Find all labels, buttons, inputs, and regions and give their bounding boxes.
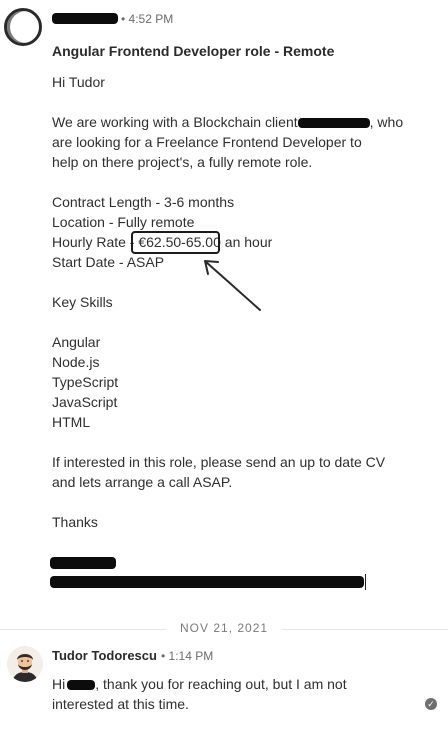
- sender-avatar[interactable]: [4, 8, 42, 46]
- rate-suffix: an hour: [220, 234, 273, 250]
- redacted-sender-name: [52, 13, 118, 24]
- message-timestamp: • 1:14 PM: [161, 649, 213, 663]
- redacted-text: [297, 118, 370, 129]
- sender-name[interactable]: Tudor Todorescu: [52, 648, 157, 663]
- bullet-separator: •: [161, 649, 166, 663]
- skill-item: TypeScript: [52, 374, 119, 390]
- closing-line: and lets arrange a call ASAP.: [52, 474, 233, 490]
- skill-item: HTML: [52, 414, 91, 430]
- redacted-text: [67, 680, 96, 691]
- body-line: help on there project's, a fully remote …: [52, 154, 313, 170]
- reply-line: Hi , thank you for reaching out, but I am…: [52, 676, 347, 692]
- skill-item: Angular: [52, 334, 101, 350]
- start-date: Start Date - ASAP: [52, 254, 165, 270]
- thanks: Thanks: [52, 514, 98, 530]
- skill-item: JavaScript: [52, 394, 118, 410]
- text-cursor: [365, 574, 366, 590]
- reply-line: interested at this time.: [52, 696, 189, 712]
- greeting: Hi Tudor: [52, 74, 105, 90]
- time-label: 1:14 PM: [168, 649, 214, 663]
- redacted-signature-title: [50, 576, 364, 588]
- bullet-separator: •: [121, 12, 126, 26]
- body-line: We are working with a Blockchain client,…: [52, 114, 403, 130]
- rate-prefix: Hourly Rate -: [52, 234, 139, 250]
- contract-length: Contract Length - 3-6 months: [52, 194, 235, 210]
- body-line: are looking for a Freelance Frontend Dev…: [52, 134, 362, 150]
- redacted-signature-name: [50, 557, 116, 569]
- key-skills-heading: Key Skills: [52, 294, 113, 310]
- avatar-illustration: [12, 654, 38, 682]
- skill-item: Node.js: [52, 354, 100, 370]
- message-timestamp: • 4:52 PM: [121, 12, 173, 26]
- reply-text: , thank you for reaching out, but I am n…: [95, 676, 347, 692]
- sender-avatar[interactable]: [7, 646, 43, 682]
- body-text: , who: [369, 114, 404, 130]
- body-text: We are working with a Blockchain client: [52, 114, 298, 130]
- message-subject: Angular Frontend Developer role - Remote: [52, 43, 335, 59]
- date-separator: NOV 21, 2021: [166, 621, 283, 635]
- rate-highlight-box: [131, 231, 220, 254]
- hand-drawn-arrow-icon: [204, 260, 261, 311]
- closing-line: If interested in this role, please send …: [52, 454, 386, 470]
- reply-text: Hi: [52, 676, 66, 692]
- time-label: 4:52 PM: [128, 12, 174, 26]
- check-circle-icon: ✓: [425, 698, 437, 710]
- location: Location - Fully remote: [52, 214, 195, 230]
